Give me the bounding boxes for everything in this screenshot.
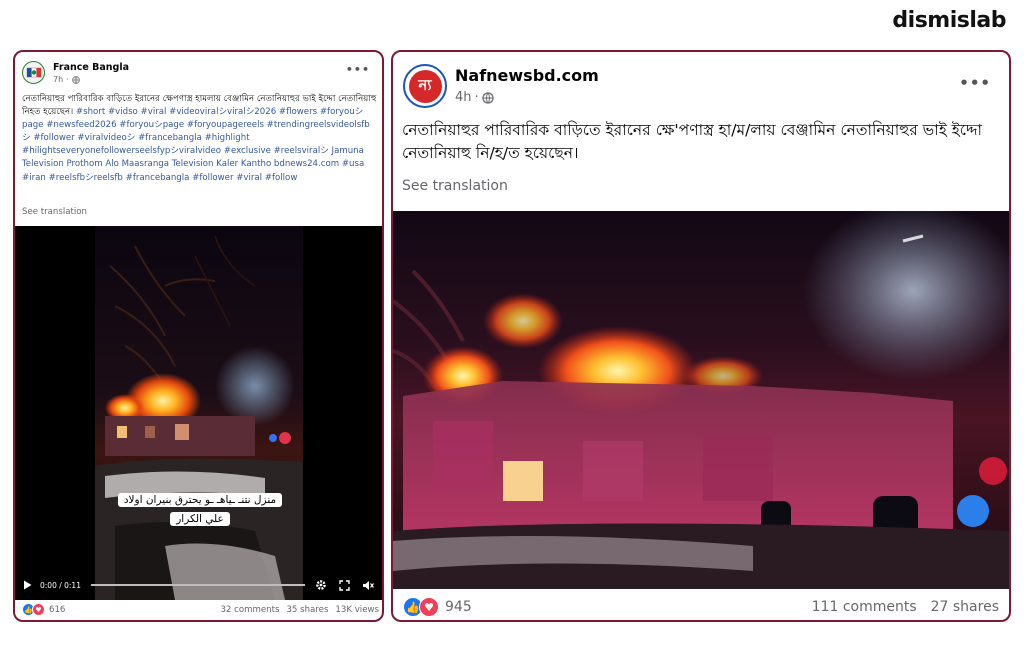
post-time[interactable]: 7h [53, 75, 63, 84]
page-avatar[interactable] [22, 61, 45, 84]
globe-icon [71, 75, 80, 84]
comments-count[interactable]: 111 comments [812, 599, 917, 615]
reactions-count: 945 [445, 599, 472, 615]
post-footer: 👍 ♥ 945 111 comments 27 shares [403, 597, 999, 617]
video-caption-line2: علي الكرار [170, 512, 230, 526]
post-message: নেতানিয়াহুর পারিবারিক বাড়িতে ইরানের ক্… [22, 93, 378, 185]
post-card-france-bangla: France Bangla 7h · ••• নেতানিয়াহুর পারি… [13, 50, 384, 622]
views-count: 13K views [335, 604, 379, 615]
more-options-icon[interactable]: ••• [959, 74, 991, 92]
reactions-summary[interactable]: 👍 ♥ 616 [22, 603, 65, 616]
burning-house-video-frame [15, 226, 382, 600]
video-controls: 0:00 / 0:11 [15, 574, 382, 596]
post-hashtags[interactable]: #short #vidso #viral #videoviralシviralシ2… [22, 107, 370, 182]
page-avatar[interactable]: ন্য [403, 64, 447, 108]
see-translation-link[interactable]: See translation [22, 207, 87, 217]
shares-count[interactable]: 35 shares [286, 605, 328, 615]
nafnews-logo: ন্য [408, 69, 442, 103]
post-image[interactable] [393, 211, 1009, 589]
more-options-icon[interactable]: ••• [346, 63, 370, 76]
burning-house-photo [393, 211, 1009, 589]
post-header: France Bangla 7h · [22, 61, 129, 84]
post-time[interactable]: 4h [455, 90, 472, 105]
fullscreen-icon[interactable] [339, 579, 350, 591]
post-card-nafnewsbd: ন্য Nafnewsbd.com 4h · ••• নেতানিয়াহুর … [391, 50, 1011, 622]
reactions-summary[interactable]: 👍 ♥ 945 [403, 597, 472, 617]
post-footer: 👍 ♥ 616 32 comments 35 shares 13K views [22, 603, 379, 616]
see-translation-link[interactable]: See translation [402, 178, 508, 194]
video-player[interactable]: منزل نتنـ ـياهـ ـو يحترق بنيران اولاد عل… [15, 226, 382, 600]
mute-icon[interactable] [362, 580, 374, 591]
settings-gear-icon[interactable] [315, 579, 327, 591]
france-bangla-logo-icon [26, 67, 41, 77]
video-progress-bar[interactable] [90, 584, 305, 586]
post-header: ন্য Nafnewsbd.com 4h · [403, 64, 599, 108]
video-caption: منزل نتنـ ـياهـ ـو يحترق بنيران اولاد عل… [105, 488, 295, 526]
comments-count[interactable]: 32 comments [220, 605, 279, 615]
love-reaction-icon: ♥ [32, 603, 45, 616]
page-name[interactable]: Nafnewsbd.com [455, 66, 599, 85]
globe-icon [482, 91, 494, 104]
post-message: নেতানিয়াহুর পারিবারিক বাড়িতে ইরানের ক্… [402, 121, 982, 162]
love-reaction-icon: ♥ [419, 597, 439, 617]
play-icon[interactable] [23, 580, 32, 590]
shares-count[interactable]: 27 shares [931, 599, 999, 615]
video-time: 0:00 / 0:11 [40, 580, 81, 590]
dismislab-logo: dismislab [892, 8, 1006, 33]
page-name[interactable]: France Bangla [53, 62, 129, 73]
reactions-count: 616 [49, 604, 66, 615]
video-caption-line1: منزل نتنـ ـياهـ ـو يحترق بنيران اولاد [117, 493, 283, 507]
